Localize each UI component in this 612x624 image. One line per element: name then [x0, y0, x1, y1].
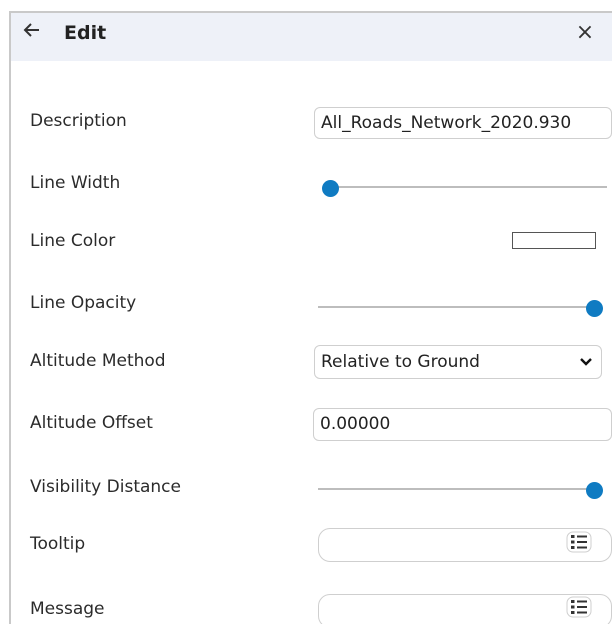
line-color-swatch[interactable]	[512, 232, 596, 249]
altitude-method-select[interactable]: Relative to Ground	[314, 345, 602, 379]
altitude-method-selected: Relative to Ground	[321, 352, 480, 372]
altitude-offset-input[interactable]: 0.00000	[313, 408, 612, 441]
page-title: Edit	[64, 22, 107, 44]
list-icon[interactable]	[566, 596, 592, 618]
description-input[interactable]: All_Roads_Network_2020.930	[314, 107, 612, 139]
line-width-label: Line Width	[30, 173, 121, 193]
arrow-left-icon[interactable]	[22, 20, 42, 40]
line-width-slider-track[interactable]	[330, 186, 607, 188]
visibility-distance-slider-thumb[interactable]	[585, 481, 603, 499]
visibility-distance-label: Visibility Distance	[30, 477, 181, 497]
line-width-slider-thumb[interactable]	[321, 179, 339, 197]
tooltip-label: Tooltip	[30, 534, 86, 554]
altitude-method-label: Altitude Method	[30, 351, 166, 371]
line-opacity-slider-track[interactable]	[318, 306, 594, 308]
list-icon[interactable]	[566, 531, 592, 553]
description-label: Description	[30, 111, 127, 131]
message-label: Message	[30, 599, 105, 619]
altitude-offset-label: Altitude Offset	[30, 413, 153, 433]
line-opacity-slider-thumb[interactable]	[585, 299, 603, 317]
line-color-label: Line Color	[30, 231, 116, 251]
chevron-down-icon[interactable]	[578, 354, 594, 370]
close-icon[interactable]: ×	[575, 22, 595, 44]
line-opacity-label: Line Opacity	[30, 293, 137, 313]
visibility-distance-slider-track[interactable]	[318, 488, 594, 490]
